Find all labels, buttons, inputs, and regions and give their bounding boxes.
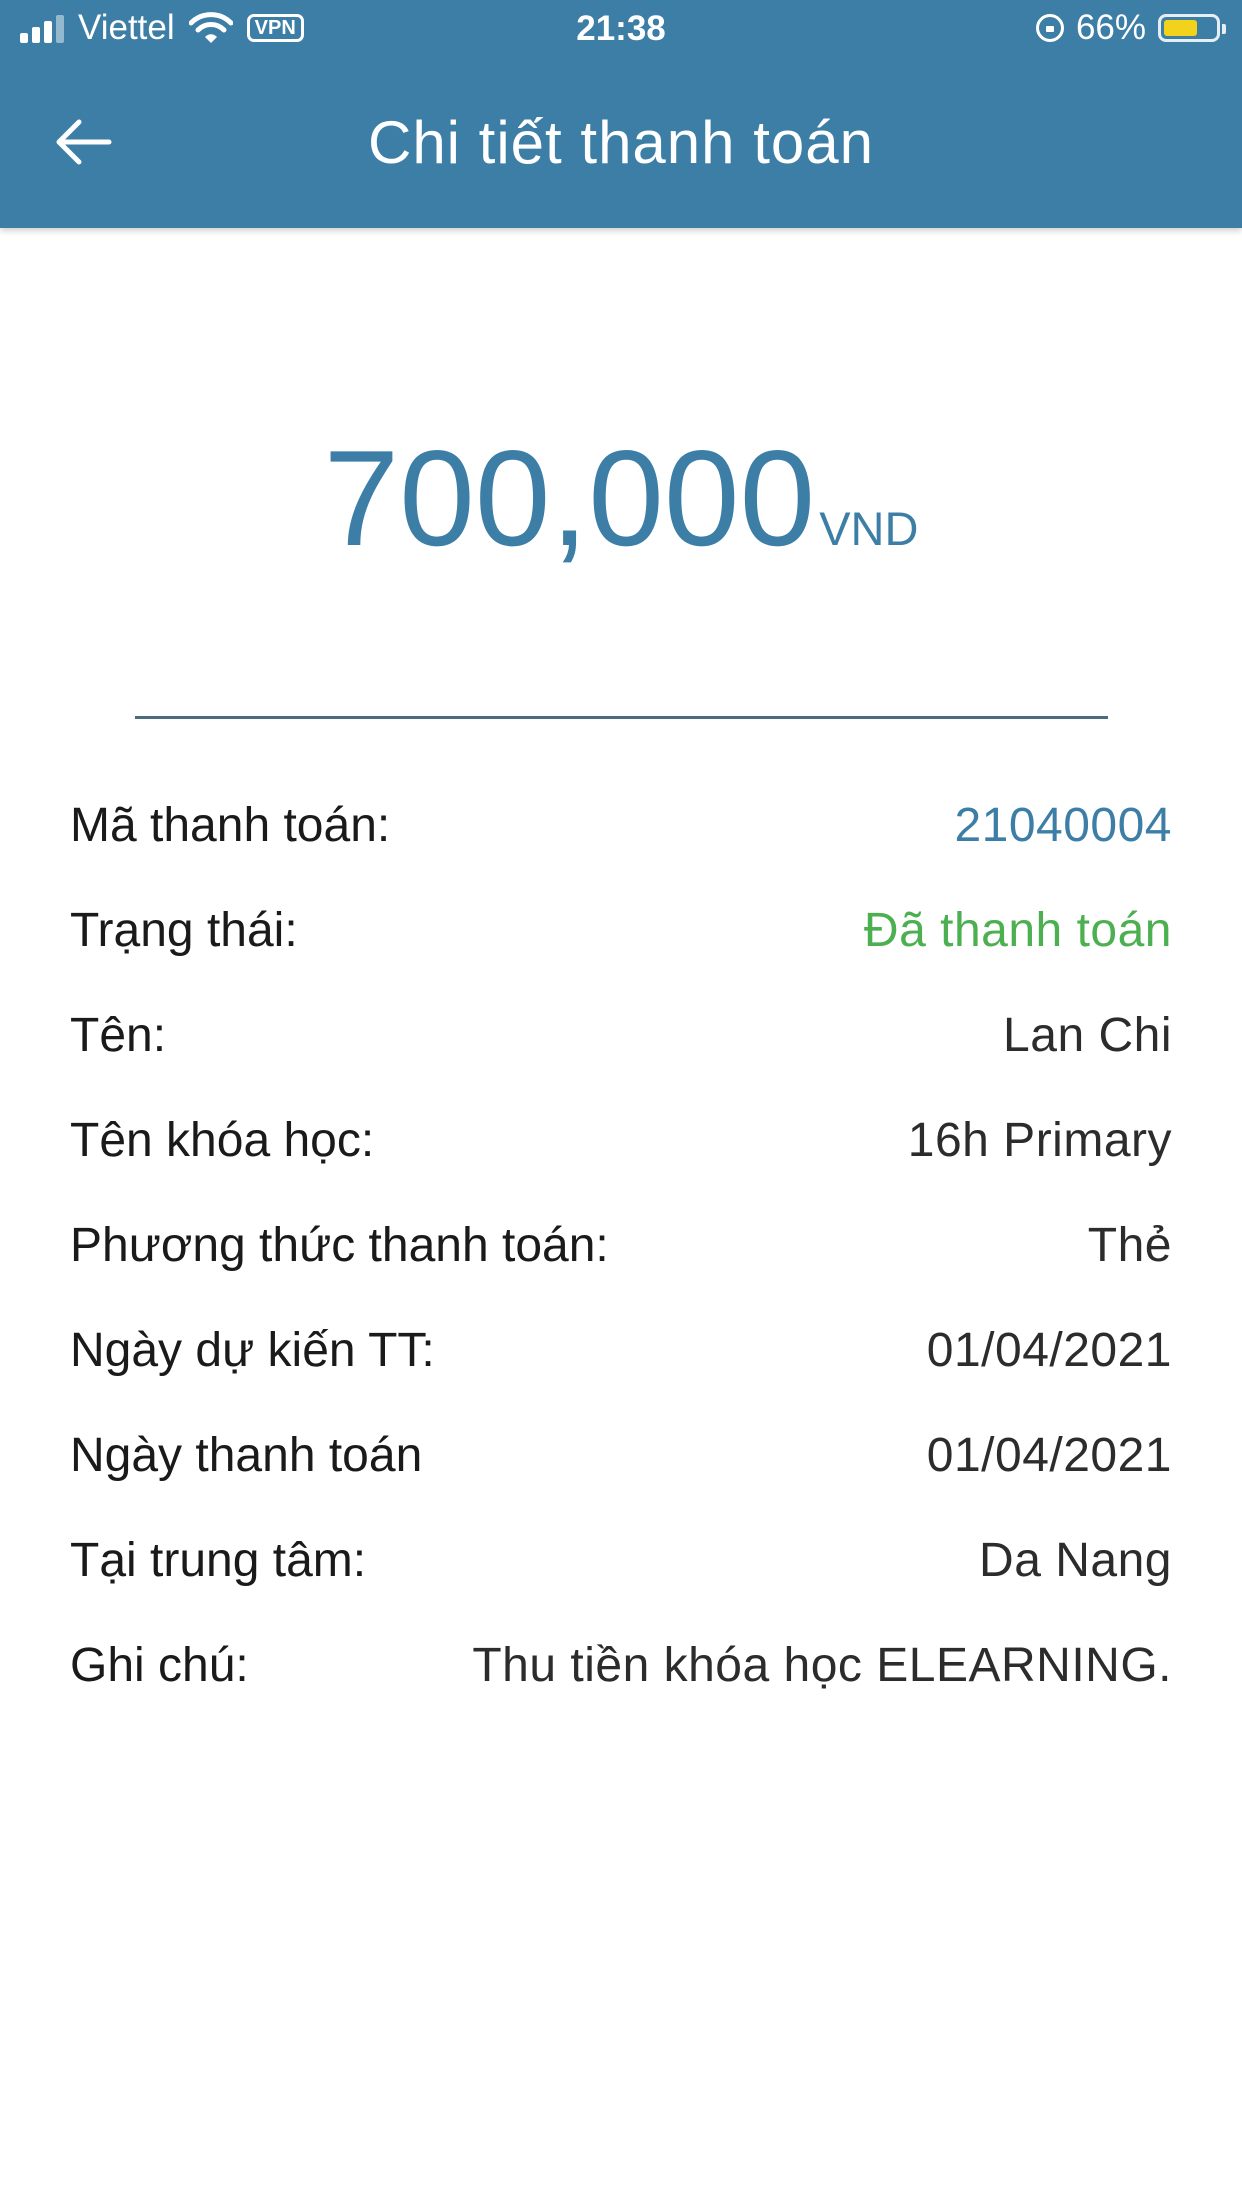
divider <box>135 716 1108 719</box>
detail-label: Trạng thái: <box>70 904 298 957</box>
detail-label: Mã thanh toán: <box>70 799 391 852</box>
detail-label: Tên: <box>70 1009 167 1062</box>
payment-method-value: Thẻ <box>1087 1219 1172 1272</box>
detail-label: Ngày dự kiến TT: <box>70 1324 435 1377</box>
course-value: 16h Primary <box>907 1114 1172 1167</box>
detail-row-name: Tên: Lan Chi <box>70 1008 1172 1113</box>
detail-row-payment-method: Phương thức thanh toán: Thẻ <box>70 1218 1172 1323</box>
payment-details: Mã thanh toán: 21040004 Trạng thái: Đã t… <box>70 798 1172 1743</box>
status-value: Đã thanh toán <box>863 904 1172 957</box>
detail-row-expected-date: Ngày dự kiến TT: 01/04/2021 <box>70 1323 1172 1428</box>
battery-icon <box>1158 14 1226 42</box>
battery-percent: 66% <box>1075 8 1146 47</box>
expected-date-value: 01/04/2021 <box>926 1324 1172 1377</box>
payment-amount: 700,000VND <box>0 420 1242 576</box>
detail-label: Ghi chú: <box>70 1639 249 1692</box>
detail-row-status: Trạng thái: Đã thanh toán <box>70 903 1172 1008</box>
detail-row-note: Ghi chú: Thu tiền khóa học ELEARNING. <box>70 1638 1172 1743</box>
name-value: Lan Chi <box>1003 1009 1172 1062</box>
detail-label: Tại trung tâm: <box>70 1534 367 1587</box>
battery-fill <box>1164 20 1197 36</box>
payment-date-value: 01/04/2021 <box>926 1429 1172 1482</box>
orientation-lock-icon <box>1035 14 1064 42</box>
detail-label: Ngày thanh toán <box>70 1429 423 1482</box>
detail-label: Phương thức thanh toán: <box>70 1219 609 1272</box>
app-header: Viettel VPN 21:38 66% Chi tiết thanh toá… <box>0 0 1242 228</box>
status-bar: Viettel VPN 21:38 66% <box>0 0 1242 62</box>
detail-label: Tên khóa học: <box>70 1114 375 1167</box>
center-value: Da Nang <box>979 1534 1172 1587</box>
amount-value: 700,000 <box>323 422 816 574</box>
detail-row-center: Tại trung tâm: Da Nang <box>70 1533 1172 1638</box>
amount-currency: VND <box>819 502 919 555</box>
detail-row-payment-code: Mã thanh toán: 21040004 <box>70 798 1172 903</box>
payment-code-value: 21040004 <box>954 799 1172 852</box>
note-value: Thu tiền khóa học ELEARNING. <box>472 1639 1172 1692</box>
detail-row-course: Tên khóa học: 16h Primary <box>70 1113 1172 1218</box>
detail-row-payment-date: Ngày thanh toán 01/04/2021 <box>70 1428 1172 1533</box>
page-title: Chi tiết thanh toán <box>367 109 874 176</box>
